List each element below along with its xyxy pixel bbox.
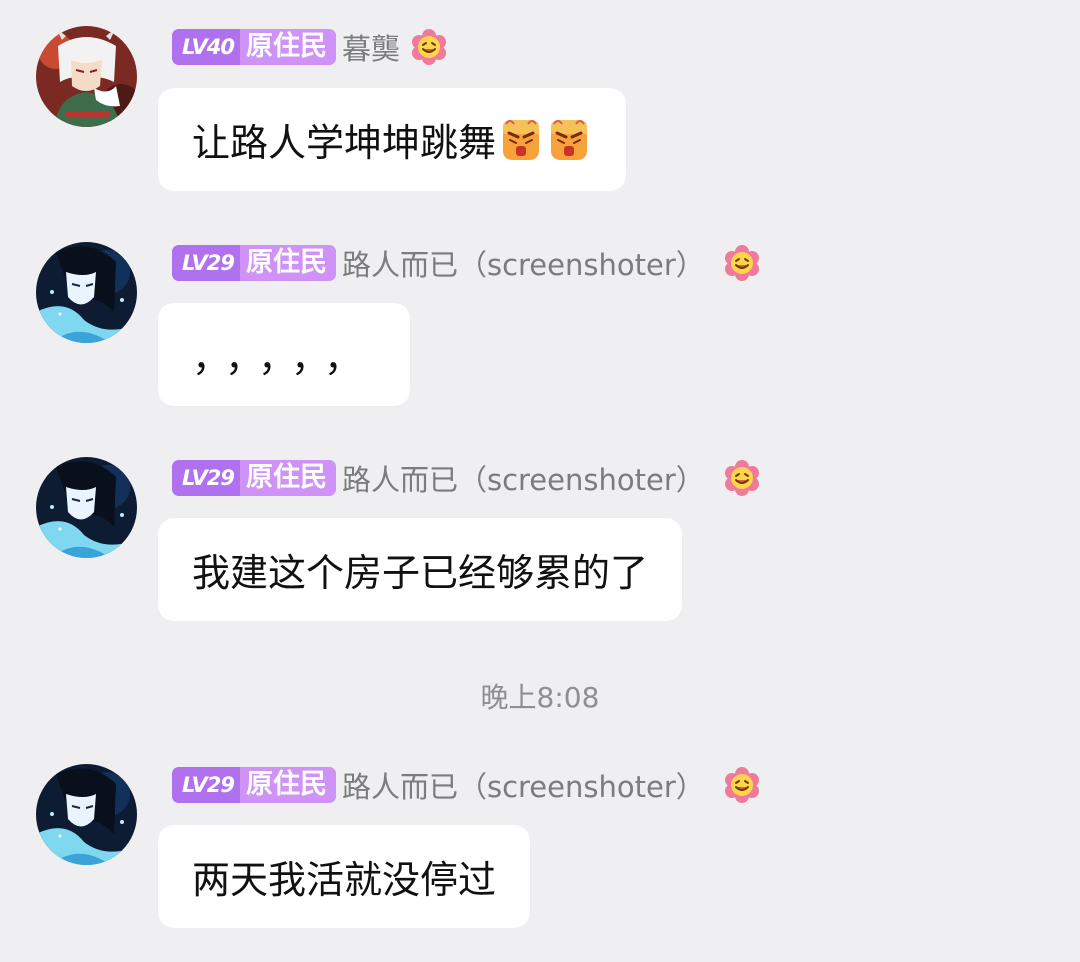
nickname[interactable]: 路人而已（screenshoter）	[342, 764, 705, 806]
anime-avatar-dark-hair-icon[interactable]	[36, 457, 137, 558]
message-bubble[interactable]: 两天我活就没停过	[158, 825, 531, 928]
nickname[interactable]: 路人而已（screenshoter）	[342, 457, 705, 499]
level-label: LV29	[172, 245, 240, 281]
angry-face-emoji-icon	[549, 118, 589, 161]
message-bubble[interactable]: 我建这个房子已经够累的了	[158, 518, 683, 621]
message-header: LV29 原住民 路人而已（screenshoter）	[172, 766, 761, 804]
message-header: LV29 原住民 路人而已（screenshoter）	[172, 244, 761, 282]
level-label: LV29	[172, 767, 240, 803]
title-label: 原住民	[239, 767, 336, 803]
message-text: 两天我活就没停过	[192, 858, 497, 902]
message-bubble[interactable]: 让路人学坤坤跳舞	[158, 88, 627, 191]
flower-smile-icon	[723, 459, 760, 497]
message-text: ，，，，，	[192, 336, 377, 380]
level-badge: LV29 原住民	[172, 460, 336, 496]
level-label: LV29	[172, 460, 240, 496]
nickname[interactable]: 路人而已（screenshoter）	[342, 242, 705, 284]
angry-face-emoji-icon	[501, 118, 541, 161]
title-label: 原住民	[239, 29, 336, 65]
anime-avatar-white-hair-icon[interactable]	[36, 26, 137, 127]
message-header: LV29 原住民 路人而已（screenshoter）	[172, 459, 761, 497]
level-badge: LV40 原住民	[172, 29, 336, 65]
nickname[interactable]: 暮龑	[342, 26, 400, 68]
timestamp: 晚上8:08	[480, 681, 600, 714]
message-bubble[interactable]: ，，，，，	[158, 303, 411, 406]
message-text: 让路人学坤坤跳舞	[192, 121, 497, 165]
level-badge: LV29 原住民	[172, 767, 336, 803]
title-label: 原住民	[239, 460, 336, 496]
level-label: LV40	[172, 29, 240, 65]
message-text: 我建这个房子已经够累的了	[192, 551, 649, 595]
level-badge: LV29 原住民	[172, 245, 336, 281]
flower-smile-icon	[723, 244, 760, 282]
flower-smile-icon	[723, 766, 760, 804]
flower-smile-icon	[410, 28, 447, 66]
message-header: LV40 原住民 暮龑	[172, 28, 448, 66]
anime-avatar-dark-hair-icon[interactable]	[36, 764, 137, 865]
anime-avatar-dark-hair-icon[interactable]	[36, 242, 137, 343]
title-label: 原住民	[239, 245, 336, 281]
chat-view: LV40 原住民 暮龑 让路人学坤坤跳舞 LV29 原住民 路人而已（scree…	[0, 0, 1080, 962]
